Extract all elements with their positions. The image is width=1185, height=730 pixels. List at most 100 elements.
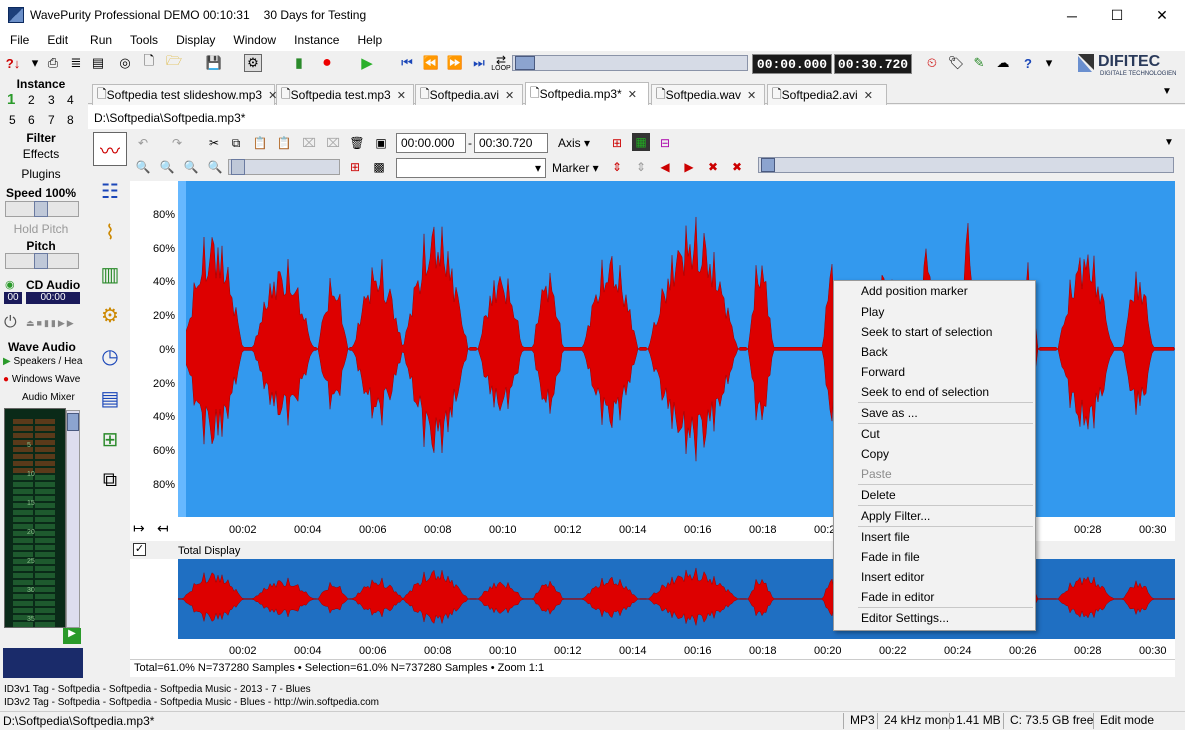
instance-4[interactable]: 4 xyxy=(67,93,74,107)
waveform-view-icon[interactable]: 〰 xyxy=(93,132,127,166)
zoom-1-1-icon[interactable]: 🔍 xyxy=(134,158,152,176)
effects-link[interactable]: Effects xyxy=(0,147,82,161)
paste-mix-icon[interactable]: 📋 xyxy=(275,134,293,152)
zoom-out-icon[interactable]: 🔍 xyxy=(182,158,200,176)
undo-icon[interactable]: ↶ xyxy=(134,134,152,152)
playback-cursor[interactable] xyxy=(178,181,186,517)
grid-toggle-icon[interactable]: ▦ xyxy=(632,133,650,151)
menu-edit[interactable]: Edit xyxy=(37,31,76,51)
menu-add-position-marker[interactable]: Add position marker xyxy=(861,284,968,298)
trash-icon[interactable]: 🗑 xyxy=(348,134,366,152)
menu-apply-filter[interactable]: Apply Filter... xyxy=(861,509,930,523)
range-start-icon[interactable]: ↦ xyxy=(133,520,145,537)
menu-insert-file[interactable]: Insert file xyxy=(861,530,910,544)
plugins-link[interactable]: Plugins xyxy=(0,167,82,181)
menu-delete[interactable]: Delete xyxy=(861,488,896,502)
axis-grid-icon[interactable]: ⊞ xyxy=(608,134,626,152)
menu-forward[interactable]: Forward xyxy=(861,365,905,379)
minimize-button[interactable]: ─ xyxy=(1049,0,1095,31)
audio-mixer-link[interactable]: Audio Mixer xyxy=(22,392,75,403)
tab-softpedia-test-slideshow[interactable]: 🗋 Softpedia test slideshow.mp3 ✕ xyxy=(92,84,277,105)
menu-play[interactable]: Play xyxy=(861,305,884,319)
instance-7[interactable]: 7 xyxy=(48,113,55,127)
marker-select[interactable]: ▾ xyxy=(396,158,546,178)
marker-next-icon[interactable]: ▶ xyxy=(680,158,698,176)
tab-close-icon[interactable]: ✕ xyxy=(505,89,514,102)
instance-5[interactable]: 5 xyxy=(9,113,16,127)
loop-button[interactable]: ⇄ LOOP xyxy=(491,54,511,75)
speakers-device[interactable]: ▶ Speakers / Hea xyxy=(3,356,82,367)
clock-view-icon[interactable]: ◷ xyxy=(93,339,127,373)
menu-fade-in-editor[interactable]: Fade in editor xyxy=(861,590,934,604)
tab-close-icon[interactable]: ✕ xyxy=(628,88,637,101)
tab-close-icon[interactable]: ✕ xyxy=(397,89,406,102)
power-icon[interactable]: ⏻ xyxy=(4,314,17,332)
scrollbar-thumb[interactable] xyxy=(761,158,775,172)
windows-wave-device[interactable]: ● Windows Wave xyxy=(3,374,80,385)
open-folder-icon[interactable]: 🗁 xyxy=(165,53,183,72)
volume-slider[interactable] xyxy=(66,410,80,628)
paste-icon[interactable]: 📋 xyxy=(251,134,269,152)
help-dropdown-icon[interactable]: ▾ xyxy=(1040,54,1058,72)
hold-pitch-label[interactable]: Hold Pitch xyxy=(0,222,82,236)
menu-window[interactable]: Window xyxy=(223,31,284,51)
help-icon[interactable]: ? xyxy=(1019,54,1037,72)
horizontal-scrollbar[interactable] xyxy=(758,157,1174,173)
cd-icon[interactable]: ◎ xyxy=(116,54,134,72)
tab-softpedia-mp3[interactable]: 🗋 Softpedia.mp3* ✕ xyxy=(525,82,649,105)
tab-list-dropdown-icon[interactable]: ▼ xyxy=(1162,86,1172,97)
maximize-button[interactable]: ☐ xyxy=(1094,0,1140,31)
edit-tag-icon[interactable]: ✎ xyxy=(970,54,988,72)
zoom-in-icon[interactable]: 🔍 xyxy=(206,158,224,176)
position-slider[interactable] xyxy=(512,55,748,71)
total-display-checkbox[interactable]: ✓ xyxy=(133,543,146,556)
cd-transport-icons[interactable]: ⏏■▮▮▶▶ xyxy=(26,318,76,329)
instance-2[interactable]: 2 xyxy=(28,93,35,107)
menu-paste[interactable]: Paste xyxy=(861,467,892,481)
cut-icon[interactable]: ✂ xyxy=(205,134,223,152)
dropdown-icon[interactable]: ▾ xyxy=(26,54,44,72)
toolbar-overflow-icon[interactable]: ▼ xyxy=(1164,137,1174,148)
menu-display[interactable]: Display xyxy=(166,31,223,51)
marker-delete-all-icon[interactable]: ✖ xyxy=(728,158,746,176)
delete-selection-icon[interactable]: ⌧ xyxy=(324,134,342,152)
play-icon[interactable]: ▶ xyxy=(358,54,376,72)
menu-run[interactable]: Run xyxy=(80,31,120,51)
tab-softpedia-wav[interactable]: 🗋 Softpedia.wav ✕ xyxy=(651,84,765,105)
menu-instance[interactable]: Instance xyxy=(284,31,347,51)
save-icon[interactable]: 💾 xyxy=(205,54,223,72)
tab-softpedia-avi[interactable]: 🗋 Softpedia.avi ✕ xyxy=(415,84,523,105)
position-slider-handle[interactable] xyxy=(515,56,535,70)
crop-icon[interactable]: ⌧ xyxy=(300,134,318,152)
tab-softpedia2-avi[interactable]: 🗋 Softpedia2.avi ✕ xyxy=(767,84,887,105)
play-list-icon[interactable]: ≣ xyxy=(67,54,85,72)
selection-start-input[interactable] xyxy=(396,133,466,153)
cd-files-view-icon[interactable]: ⧉ xyxy=(93,463,127,497)
marker-delete-icon[interactable]: ✖ xyxy=(704,158,722,176)
tab-close-icon[interactable]: ✕ xyxy=(864,89,873,102)
instance-8[interactable]: 8 xyxy=(67,113,74,127)
close-button[interactable]: ✕ xyxy=(1139,0,1185,31)
speed-slider[interactable] xyxy=(5,201,79,217)
pitch-slider[interactable] xyxy=(5,253,79,269)
menu-file[interactable]: File xyxy=(0,31,37,51)
axis-dropdown[interactable]: Axis ▾ xyxy=(558,136,590,150)
instance-6[interactable]: 6 xyxy=(28,113,35,127)
speed-slider-handle[interactable] xyxy=(34,201,48,217)
fast-forward-icon[interactable]: ⏩ xyxy=(446,54,464,72)
mixer-play-button[interactable]: ▶ xyxy=(63,628,81,644)
zoom-slider[interactable] xyxy=(228,159,340,175)
snapshot-icon[interactable]: ▣ xyxy=(372,134,390,152)
marker-dropdown[interactable]: Marker ▾ xyxy=(552,161,599,175)
menu-seek-end[interactable]: Seek to end of selection xyxy=(861,385,989,399)
tool-icon[interactable]: ⚙ xyxy=(244,54,262,72)
app-icon[interactable] xyxy=(8,7,24,23)
zoom-slider-handle[interactable] xyxy=(231,159,245,175)
rewind-icon[interactable]: ⏪ xyxy=(422,54,440,72)
menu-fade-in-file[interactable]: Fade in file xyxy=(861,550,920,564)
marker-add-icon[interactable]: ⇕ xyxy=(608,158,626,176)
marker-prev-icon[interactable]: ◀ xyxy=(656,158,674,176)
print-icon[interactable]: ⎙ xyxy=(44,54,62,72)
menu-save-as[interactable]: Save as ... xyxy=(861,406,918,420)
disc-icon[interactable]: ☁ xyxy=(994,54,1012,72)
